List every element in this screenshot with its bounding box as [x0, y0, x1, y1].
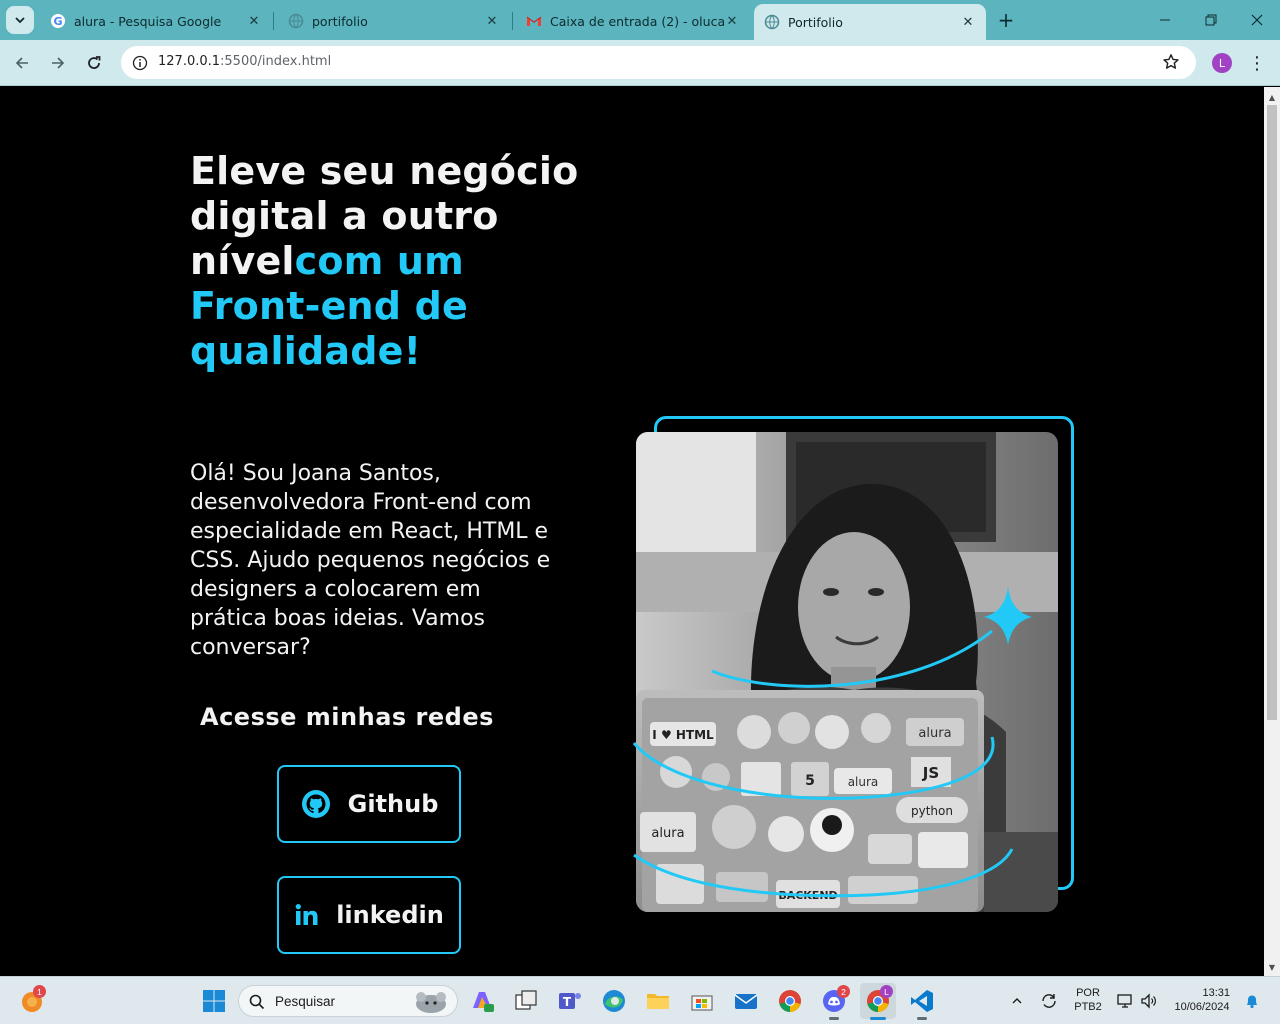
- gmail-icon: [526, 13, 542, 29]
- running-indicator: [829, 1017, 839, 1020]
- hero-headline: Eleve seu negócio digital a outro nívelc…: [190, 149, 590, 374]
- minimize-icon[interactable]: [1142, 0, 1188, 40]
- tab-title: portifolio: [312, 13, 368, 29]
- browser-toolbar: 127.0.0.1:5500/index.html L ⋮: [0, 40, 1280, 86]
- arrow-right-icon: [52, 57, 65, 69]
- reload-icon: [88, 56, 101, 69]
- chrome-profile-badge: L: [880, 985, 893, 998]
- copilot-icon[interactable]: [466, 985, 498, 1017]
- svg-text:G: G: [53, 15, 62, 28]
- close-window-icon[interactable]: [1234, 0, 1280, 40]
- back-button[interactable]: [8, 49, 36, 77]
- close-tab-icon[interactable]: ✕: [724, 13, 740, 29]
- discord-badge: 2: [837, 985, 850, 998]
- bookmark-star-icon[interactable]: [1160, 51, 1182, 73]
- github-icon: [301, 790, 330, 818]
- active-indicator: [870, 1017, 886, 1020]
- svg-text:T: T: [563, 995, 572, 1009]
- tab-strip: G alura - Pesquisa Google ✕ portifolio ✕…: [0, 0, 1280, 40]
- language-top: POR: [1076, 987, 1100, 999]
- notification-bell-icon[interactable]: [1240, 985, 1264, 1017]
- orbit-decoration: [632, 587, 1032, 898]
- tab-divider: [512, 12, 513, 30]
- url-text[interactable]: 127.0.0.1:5500/index.html: [158, 54, 331, 69]
- linkedin-button[interactable]: linkedin: [277, 876, 461, 954]
- tab-gmail[interactable]: Caixa de entrada (2) - olucasalv ✕: [516, 6, 750, 36]
- url-path: :5500/index.html: [220, 54, 332, 69]
- new-tab-button[interactable]: +: [994, 8, 1018, 32]
- taskbar-search-box[interactable]: Pesquisar: [238, 985, 458, 1017]
- edge-icon[interactable]: [598, 985, 630, 1017]
- tab-google-search[interactable]: G alura - Pesquisa Google ✕: [40, 6, 272, 36]
- windows-start-icon[interactable]: [198, 985, 230, 1017]
- taskbar: 1 Pesquisar T 2 L POR PTB2 13:31 10/06/2…: [0, 976, 1280, 1024]
- menu-dots-icon[interactable]: ⋮: [1247, 49, 1267, 77]
- mail-icon[interactable]: [730, 985, 762, 1017]
- chevron-down-icon: [15, 17, 25, 24]
- sync-icon[interactable]: [1036, 985, 1062, 1017]
- search-label: Pesquisar: [275, 994, 336, 1009]
- linkedin-icon: [295, 904, 318, 925]
- forward-button[interactable]: [44, 49, 72, 77]
- site-info-icon[interactable]: [129, 52, 151, 74]
- social-title: Acesse minhas redes: [200, 703, 494, 731]
- github-button[interactable]: Github: [277, 765, 461, 843]
- intro-paragraph: Olá! Sou Joana Santos, desenvolvedora Fr…: [190, 461, 551, 660]
- restore-icon[interactable]: [1188, 0, 1234, 40]
- close-tab-icon[interactable]: ✕: [960, 14, 976, 30]
- clock-time: 13:31: [1202, 987, 1230, 999]
- tab-divider: [273, 12, 274, 30]
- tab-portifolio-active[interactable]: Portifolio ✕: [754, 4, 986, 40]
- tab-title: Portifolio: [788, 14, 843, 30]
- notification-badge: 1: [33, 985, 46, 998]
- url-host: 127.0.0.1: [158, 54, 221, 69]
- tab-search-button[interactable]: [6, 6, 34, 34]
- close-tab-icon[interactable]: ✕: [246, 13, 262, 29]
- search-highlight-icon: [416, 992, 446, 1013]
- show-hidden-icons-chevron-up-icon[interactable]: [1004, 985, 1030, 1017]
- profile-avatar[interactable]: L: [1212, 53, 1232, 73]
- microsoft-store-icon[interactable]: [686, 985, 718, 1017]
- tab-title: alura - Pesquisa Google: [74, 13, 222, 29]
- search-icon: [249, 994, 265, 1010]
- file-explorer-icon[interactable]: [642, 985, 674, 1017]
- close-tab-icon[interactable]: ✕: [484, 13, 500, 29]
- reload-button[interactable]: [80, 49, 108, 77]
- vscode-icon[interactable]: [906, 985, 938, 1017]
- sparkle-icon: [984, 587, 1032, 645]
- globe-icon: [764, 14, 780, 30]
- language-indicator[interactable]: POR PTB2: [1068, 986, 1108, 1014]
- chrome-icon[interactable]: [774, 985, 806, 1017]
- clock-date: 10/06/2024: [1174, 1001, 1230, 1013]
- network-icon[interactable]: [1114, 985, 1136, 1017]
- arrow-left-icon: [15, 57, 28, 69]
- tab-portifolio[interactable]: portifolio ✕: [278, 6, 510, 36]
- page-viewport: Eleve seu negócio digital a outro nívelc…: [0, 87, 1264, 976]
- github-label: Github: [347, 790, 439, 818]
- scroll-up-icon[interactable]: ▲: [1264, 89, 1280, 105]
- running-indicator: [917, 1017, 927, 1020]
- linkedin-label: linkedin: [336, 901, 444, 929]
- scroll-thumb[interactable]: [1267, 105, 1277, 720]
- scroll-down-icon[interactable]: ▼: [1264, 959, 1280, 975]
- tab-title: Caixa de entrada (2) - olucasalv: [550, 13, 724, 29]
- task-view-icon[interactable]: [510, 985, 542, 1017]
- page-scrollbar[interactable]: ▲ ▼: [1264, 87, 1280, 976]
- language-bottom: PTB2: [1074, 1001, 1102, 1013]
- google-icon: G: [50, 13, 66, 29]
- address-bar[interactable]: 127.0.0.1:5500/index.html: [121, 46, 1196, 79]
- clock[interactable]: 13:31 10/06/2024: [1166, 986, 1238, 1014]
- teams-icon[interactable]: T: [554, 985, 586, 1017]
- globe-icon: [288, 13, 304, 29]
- volume-icon[interactable]: [1138, 985, 1160, 1017]
